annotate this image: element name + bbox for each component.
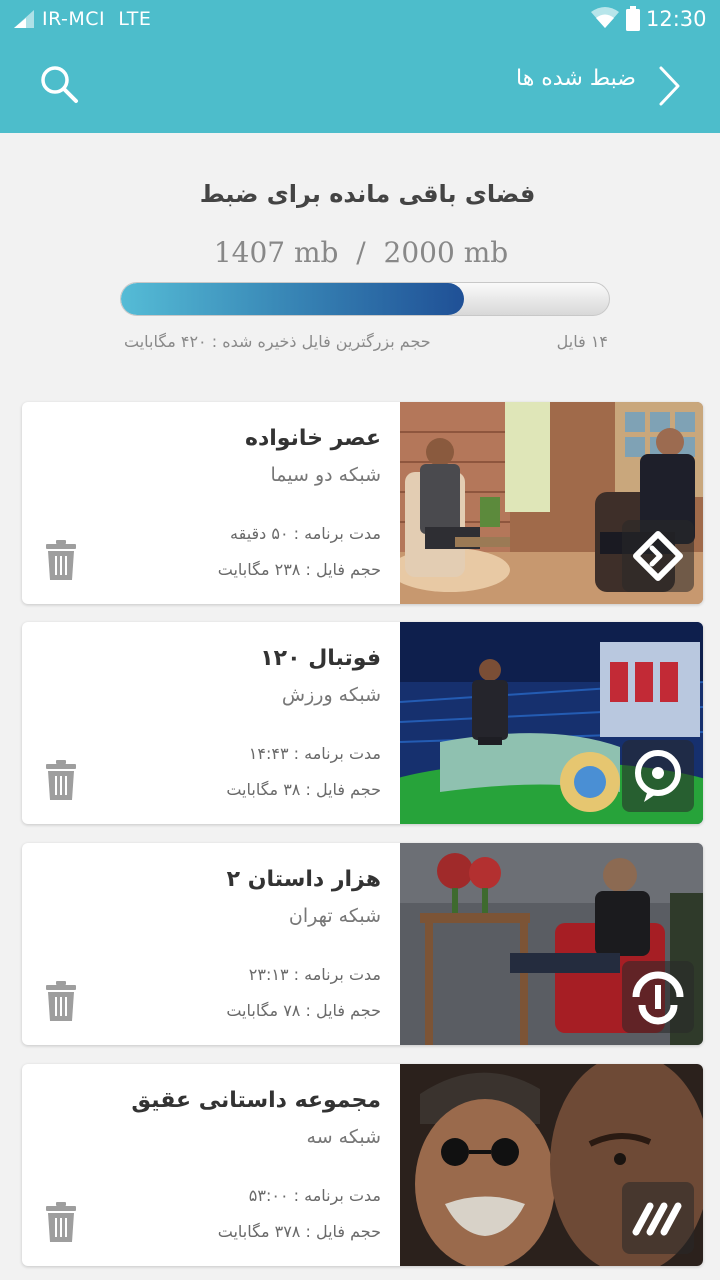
file-count-label: ۱۴ فایل bbox=[556, 332, 608, 351]
channel-name: شبکه تهران bbox=[288, 905, 381, 927]
recording-card[interactable]: عصر خانواده شبکه دو سیما مدت برنامه : ۵۰… bbox=[22, 402, 703, 604]
signal-icon bbox=[14, 10, 34, 28]
trash-icon[interactable] bbox=[46, 760, 76, 800]
program-thumbnail bbox=[400, 402, 703, 604]
file-size: حجم فایل : ۳۷۸ مگابایت bbox=[217, 1222, 381, 1241]
program-title: عصر خانواده bbox=[244, 426, 381, 451]
program-title: فوتبال ۱۲۰ bbox=[260, 646, 381, 671]
storage-title: فضای باقی مانده برای ضبط bbox=[199, 180, 536, 208]
recording-card[interactable]: فوتبال ۱۲۰ شبکه ورزش مدت برنامه : ۱۴:۴۳ … bbox=[22, 622, 703, 824]
program-duration: مدت برنامه : ۱۴:۴۳ bbox=[248, 744, 381, 763]
recording-card[interactable]: هزار داستان ۲ شبکه تهران مدت برنامه : ۲۳… bbox=[22, 843, 703, 1045]
wifi-icon bbox=[591, 7, 619, 28]
varzesh-logo-icon bbox=[622, 740, 694, 812]
search-icon[interactable] bbox=[38, 63, 80, 105]
chevron-right-icon[interactable] bbox=[656, 64, 682, 108]
program-title: مجموعه داستانی عقیق bbox=[131, 1088, 381, 1113]
program-duration: مدت برنامه : ۵۰ دقیقه bbox=[230, 524, 381, 543]
channel-name: شبکه سه bbox=[306, 1126, 381, 1148]
carrier-label: IR-MCI LTE bbox=[42, 8, 152, 30]
recording-card[interactable]: مجموعه داستانی عقیق شبکه سه مدت برنامه :… bbox=[22, 1064, 703, 1266]
page-title: ضبط شده ها bbox=[515, 66, 636, 91]
storage-progress-fill bbox=[121, 283, 465, 315]
app-bar: ضبط شده ها bbox=[0, 38, 720, 133]
trash-icon[interactable] bbox=[46, 1202, 76, 1242]
file-size: حجم فایل : ۳۸ مگابایت bbox=[226, 780, 381, 799]
program-duration: مدت برنامه : ۲۳:۱۳ bbox=[248, 965, 381, 984]
program-duration: مدت برنامه : ۵۳:۰۰ bbox=[248, 1186, 381, 1205]
file-size: حجم فایل : ۲۳۸ مگابایت bbox=[217, 560, 381, 579]
battery-icon bbox=[626, 6, 640, 31]
storage-meta: حجم بزرگترین فایل ذخیره شده : ۴۲۰ مگابای… bbox=[124, 332, 608, 356]
program-thumbnail bbox=[400, 622, 703, 824]
trash-icon[interactable] bbox=[46, 981, 76, 1021]
program-thumbnail bbox=[400, 843, 703, 1045]
status-bar: IR-MCI LTE 12:30 bbox=[0, 0, 720, 38]
channel-3-logo-icon bbox=[622, 1182, 694, 1254]
channel-name: شبکه دو سیما bbox=[270, 464, 381, 486]
storage-usage: 1407 mb / 2000 mb bbox=[213, 236, 509, 269]
trash-icon[interactable] bbox=[46, 540, 76, 580]
program-thumbnail bbox=[400, 1064, 703, 1266]
channel-name: شبکه ورزش bbox=[281, 684, 381, 706]
clock: 12:30 bbox=[646, 7, 707, 31]
largest-file-label: حجم بزرگترین فایل ذخیره شده : ۴۲۰ مگابای… bbox=[124, 332, 431, 351]
tehran-logo-icon bbox=[622, 961, 694, 1033]
channel-2-logo-icon bbox=[622, 520, 694, 592]
file-size: حجم فایل : ۷۸ مگابایت bbox=[226, 1001, 381, 1020]
program-title: هزار داستان ۲ bbox=[226, 867, 381, 892]
storage-progress-bar bbox=[120, 282, 610, 316]
